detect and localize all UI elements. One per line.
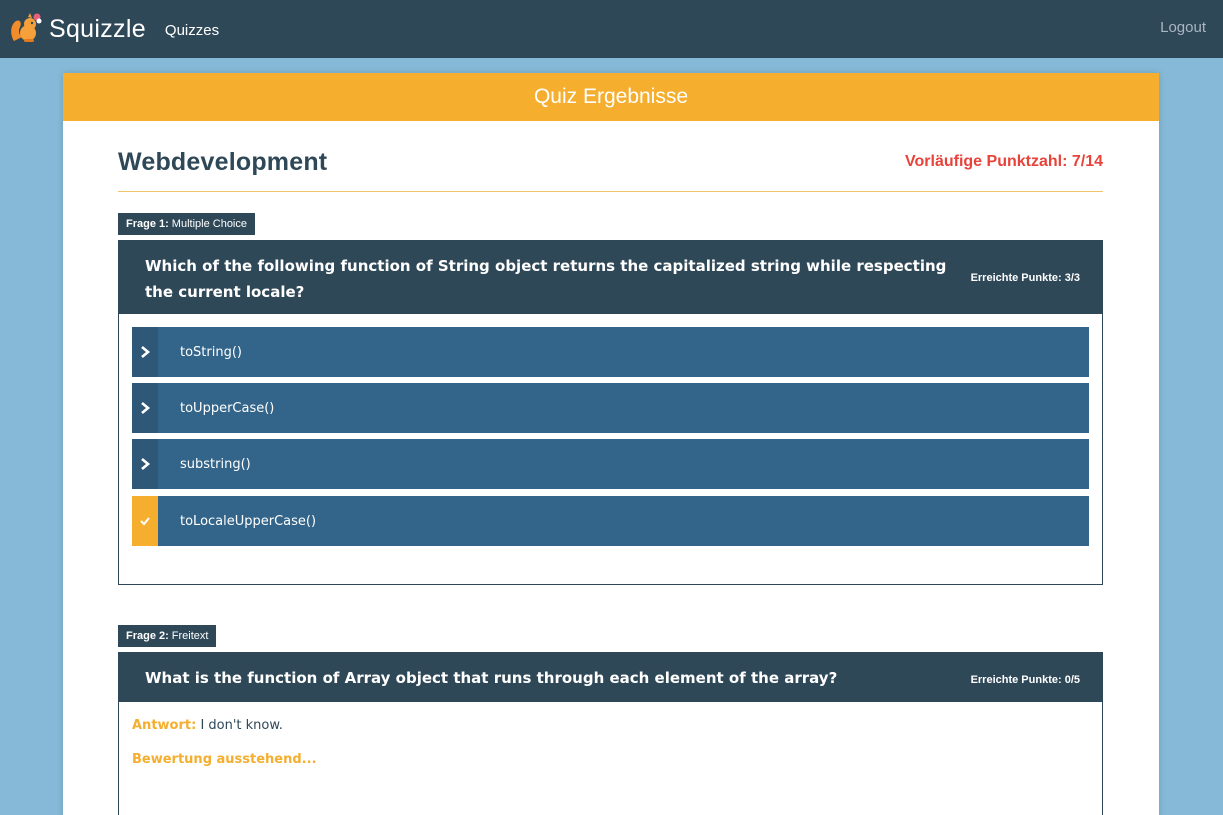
nav-link-quizzes[interactable]: Quizzes bbox=[165, 22, 219, 39]
question-2-points: Erreichte Punkte: 0/5 bbox=[970, 674, 1080, 686]
results-card: Quiz Ergebnisse Webdevelopment Vorläufig… bbox=[63, 73, 1159, 815]
question-1-box: Which of the following function of Strin… bbox=[118, 240, 1103, 585]
question-2-tag: Frage 2: Freitext bbox=[118, 625, 217, 647]
quiz-title: Webdevelopment bbox=[118, 148, 328, 176]
chevron-right-icon bbox=[141, 402, 151, 414]
question-1-header: Which of the following function of Strin… bbox=[119, 241, 1102, 314]
check-icon bbox=[140, 517, 150, 526]
answer-label: toString() bbox=[180, 344, 242, 360]
answer-label: substring() bbox=[180, 456, 251, 472]
answer-label: toLocaleUpperCase() bbox=[180, 513, 317, 529]
question-1-tag: Frage 1: Multiple Choice bbox=[118, 213, 255, 235]
question-1-points: Erreichte Punkte: 3/3 bbox=[970, 272, 1080, 284]
question-1-tag-label: Frage 1: bbox=[126, 218, 169, 230]
answer-marker bbox=[132, 439, 158, 489]
answer-option-correct[interactable]: toLocaleUpperCase() bbox=[132, 496, 1089, 546]
answer-option[interactable]: toUpperCase() bbox=[132, 383, 1089, 433]
question-1-text-line1: Which of the following function of Strin… bbox=[145, 257, 947, 275]
answer-marker bbox=[132, 383, 158, 433]
question-2-text: What is the function of Array object tha… bbox=[145, 669, 838, 687]
answer-value: I don't know. bbox=[200, 718, 283, 733]
question-1-text-line2: the current locale? bbox=[145, 283, 305, 301]
question-1-tag-type: Multiple Choice bbox=[171, 218, 247, 230]
freetext-answer: Antwort: I don't know. bbox=[132, 718, 283, 733]
answer-marker bbox=[132, 496, 158, 546]
answer-option[interactable]: toString() bbox=[132, 327, 1089, 377]
answer-marker bbox=[132, 327, 158, 377]
preliminary-score: Vorläufige Punktzahl: 7/14 bbox=[905, 153, 1103, 170]
answer-option[interactable]: substring() bbox=[132, 439, 1089, 489]
brand-name: Squizzle bbox=[49, 14, 146, 43]
squirrel-logo-icon bbox=[11, 13, 42, 42]
navbar: Squizzle Quizzes Logout bbox=[0, 0, 1223, 58]
answer-label: toUpperCase() bbox=[180, 400, 275, 416]
chevron-right-icon bbox=[141, 458, 151, 470]
chevron-right-icon bbox=[141, 346, 151, 358]
quiz-title-row: Webdevelopment Vorläufige Punktzahl: 7/1… bbox=[118, 148, 1103, 192]
question-2-header: What is the function of Array object tha… bbox=[119, 653, 1102, 702]
question-1-text: Which of the following function of Strin… bbox=[145, 253, 946, 305]
question-2-tag-label: Frage 2: bbox=[126, 630, 169, 642]
brand[interactable]: Squizzle bbox=[8, 11, 146, 47]
logout-link[interactable]: Logout bbox=[1160, 19, 1206, 36]
card-header: Quiz Ergebnisse bbox=[63, 73, 1159, 121]
question-2-tag-type: Freitext bbox=[171, 630, 209, 642]
answer-prefix: Antwort: bbox=[132, 718, 197, 733]
grading-status: Bewertung ausstehend... bbox=[132, 752, 317, 767]
question-2-box: What is the function of Array object tha… bbox=[118, 652, 1103, 815]
